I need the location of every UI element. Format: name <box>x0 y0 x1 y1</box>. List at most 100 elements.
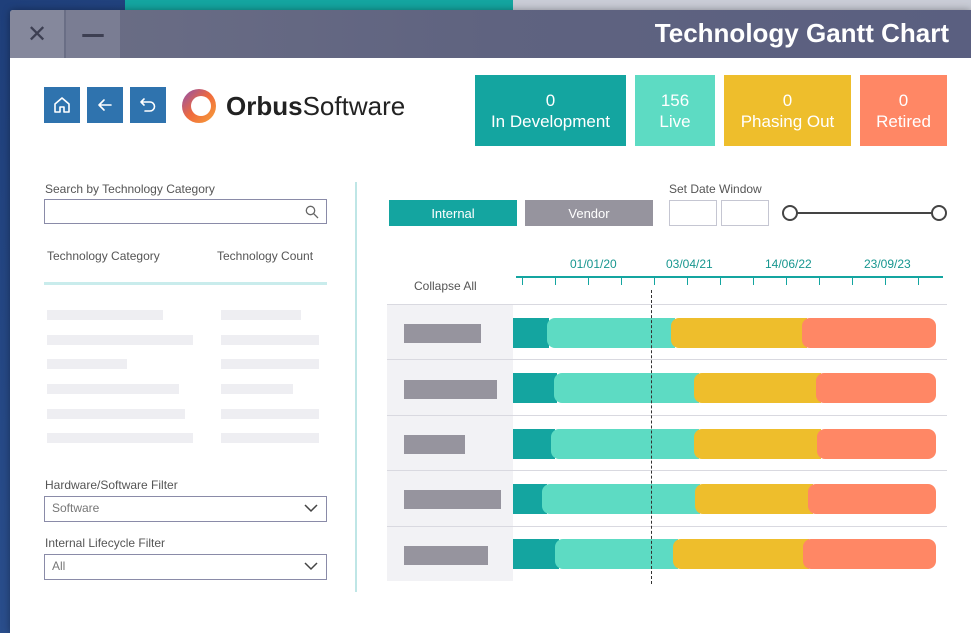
gantt-bar-retired[interactable] <box>802 318 936 348</box>
date-range-slider-start-handle[interactable] <box>782 205 798 221</box>
placeholder-row <box>221 335 319 345</box>
orbus-logo-icon <box>182 89 216 123</box>
placeholder-row <box>221 310 301 320</box>
search-label: Search by Technology Category <box>45 182 215 196</box>
date-window-label: Set Date Window <box>669 182 762 196</box>
home-button[interactable] <box>44 87 80 123</box>
kpi-label: In Development <box>490 111 611 131</box>
home-icon <box>54 97 70 113</box>
gantt-bar-live[interactable] <box>547 318 675 348</box>
gantt-bar-live[interactable] <box>551 429 699 459</box>
gantt-bar-live[interactable] <box>555 539 678 569</box>
orbus-logo: OrbusSoftware <box>180 87 405 125</box>
kpi-phasing-out[interactable]: 0 Phasing Out <box>724 75 851 146</box>
axis-tick <box>522 278 523 285</box>
gantt-bar-retired[interactable] <box>808 484 936 514</box>
kpi-retired[interactable]: 0 Retired <box>860 75 947 146</box>
collapse-all-button[interactable]: Collapse All <box>414 279 477 293</box>
chevron-down-icon <box>304 562 318 571</box>
gantt-bar-in-development[interactable] <box>513 373 557 403</box>
gantt-bar-retired[interactable] <box>817 429 936 459</box>
gantt-row-label[interactable] <box>404 435 465 454</box>
column-header-category: Technology Category <box>47 249 160 263</box>
kpi-label: Live <box>659 111 691 131</box>
gantt-bar-phasing-out[interactable] <box>695 484 813 514</box>
gantt-bar-in-development[interactable] <box>513 318 549 348</box>
kpi-live[interactable]: 156 Live <box>635 75 715 146</box>
date-range-slider-track[interactable] <box>797 212 932 214</box>
reset-button[interactable] <box>130 87 166 123</box>
placeholder-row <box>47 310 163 320</box>
gantt-bar-in-development[interactable] <box>513 429 555 459</box>
lifecycle-filter-select[interactable]: All <box>44 554 327 580</box>
start-date-input[interactable] <box>669 200 717 226</box>
gantt-row-label[interactable] <box>404 546 488 565</box>
axis-tick-label: 23/09/23 <box>864 257 911 271</box>
gantt-chart <box>387 304 947 581</box>
axis-tick <box>786 278 787 285</box>
placeholder-row <box>221 359 319 369</box>
kpi-value: 0 <box>782 90 793 110</box>
gantt-bar-phasing-out[interactable] <box>694 373 821 403</box>
row-separator <box>387 304 947 305</box>
search-input[interactable] <box>45 200 295 222</box>
minimize-icon: — <box>81 20 105 48</box>
lifecycle-filter-value: All <box>52 559 66 573</box>
window-title: Technology Gantt Chart <box>654 18 949 48</box>
axis-tick <box>621 278 622 285</box>
gantt-bar-phasing-out[interactable] <box>671 318 807 348</box>
date-range-slider-end-handle[interactable] <box>931 205 947 221</box>
axis-tick <box>555 278 556 285</box>
logo-wordmark: OrbusSoftware <box>226 90 406 121</box>
title-bar: ✕ — Technology Gantt Chart <box>10 10 971 58</box>
hw-sw-filter-select[interactable]: Software <box>44 496 327 522</box>
close-icon: ✕ <box>26 20 48 48</box>
search-box[interactable] <box>44 199 327 224</box>
today-marker-line <box>651 290 652 584</box>
gantt-bar-live[interactable] <box>542 484 700 514</box>
hw-sw-filter-label: Hardware/Software Filter <box>45 478 178 492</box>
axis-tick <box>720 278 721 285</box>
lifecycle-filter-label: Internal Lifecycle Filter <box>45 536 166 550</box>
kpi-value: 0 <box>898 90 909 110</box>
search-icon[interactable] <box>305 205 319 219</box>
axis-tick-label: 14/06/22 <box>765 257 812 271</box>
gantt-bar-live[interactable] <box>554 373 699 403</box>
gantt-bar-phasing-out[interactable] <box>673 539 809 569</box>
axis-tick <box>918 278 919 285</box>
back-arrow-icon <box>98 99 112 111</box>
table-header-rule <box>44 282 327 285</box>
axis-tick <box>852 278 853 285</box>
gantt-bar-in-development[interactable] <box>513 539 559 569</box>
placeholder-row <box>47 335 193 345</box>
back-button[interactable] <box>87 87 123 123</box>
gantt-row-label[interactable] <box>404 490 501 509</box>
end-date-input[interactable] <box>721 200 769 226</box>
axis-tick <box>687 278 688 285</box>
undo-icon <box>140 98 156 112</box>
axis-tick-label: 03/04/21 <box>666 257 713 271</box>
axis-tick <box>885 278 886 285</box>
minimize-button[interactable]: — <box>66 10 120 58</box>
row-separator <box>387 359 947 360</box>
gantt-bar-retired[interactable] <box>816 373 936 403</box>
row-separator <box>387 526 947 527</box>
axis-tick <box>654 278 655 285</box>
panel-divider <box>355 182 357 592</box>
internal-toggle-button[interactable]: Internal <box>389 200 517 226</box>
close-button[interactable]: ✕ <box>10 10 64 58</box>
axis-tick <box>819 278 820 285</box>
gantt-row-label[interactable] <box>404 324 481 343</box>
kpi-label: Retired <box>876 111 931 131</box>
axis-tick <box>588 278 589 285</box>
placeholder-row <box>47 384 179 394</box>
placeholder-row <box>47 409 185 419</box>
vendor-toggle-button[interactable]: Vendor <box>525 200 653 226</box>
kpi-in-development[interactable]: 0 In Development <box>475 75 626 146</box>
gantt-bar-retired[interactable] <box>803 539 936 569</box>
gantt-bar-phasing-out[interactable] <box>694 429 821 459</box>
kpi-value: 156 <box>660 90 690 110</box>
axis-tick-label: 01/01/20 <box>570 257 617 271</box>
row-separator <box>387 415 947 416</box>
gantt-row-label[interactable] <box>404 380 497 399</box>
